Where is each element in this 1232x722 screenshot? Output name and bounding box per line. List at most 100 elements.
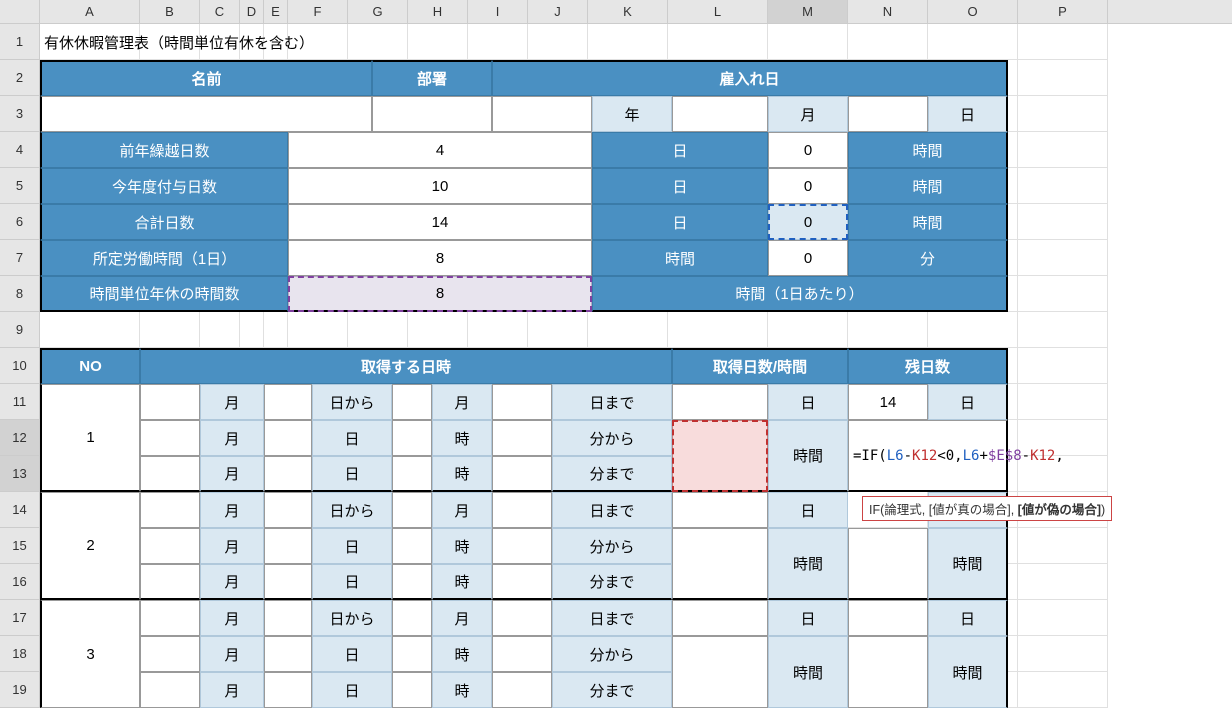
g1-r3-c4[interactable]: [492, 456, 552, 492]
col-O[interactable]: O: [928, 0, 1018, 23]
g1-r1-count[interactable]: [672, 384, 768, 420]
g2-r3-c3[interactable]: [392, 564, 432, 600]
curr-hour-value[interactable]: 0: [768, 168, 848, 204]
row-13[interactable]: 13: [0, 456, 40, 492]
col-E[interactable]: E: [264, 0, 288, 23]
g3-r1-remain[interactable]: [848, 600, 928, 636]
row-15[interactable]: 15: [0, 528, 40, 564]
g2-r2-c1[interactable]: [140, 528, 200, 564]
month-input[interactable]: [672, 96, 768, 132]
select-all-corner[interactable]: [0, 0, 40, 23]
g3-r1-c2[interactable]: [264, 600, 312, 636]
no-2[interactable]: 2: [40, 492, 140, 600]
g1-r1-c1[interactable]: [140, 384, 200, 420]
hdr-name[interactable]: 名前: [40, 60, 372, 96]
g1-r3-c1[interactable]: [140, 456, 200, 492]
col-J[interactable]: J: [528, 0, 588, 23]
col-N[interactable]: N: [848, 0, 928, 23]
prev-hour-value[interactable]: 0: [768, 132, 848, 168]
row-10[interactable]: 10: [0, 348, 40, 384]
row-4[interactable]: 4: [0, 132, 40, 168]
g1-r1-c4[interactable]: [492, 384, 552, 420]
row-7[interactable]: 7: [0, 240, 40, 276]
g3-r2-c2[interactable]: [264, 636, 312, 672]
g2-r3-c2[interactable]: [264, 564, 312, 600]
col-C[interactable]: C: [200, 0, 240, 23]
g3-r1-c4[interactable]: [492, 600, 552, 636]
g3-r1-count[interactable]: [672, 600, 768, 636]
row-11[interactable]: 11: [0, 384, 40, 420]
g2-hours-count-b[interactable]: [672, 564, 768, 600]
grid-area[interactable]: 有休休暇管理表（時間単位有休を含む） 名前 部署 雇入れ日 年 月 日 前年繰越…: [40, 24, 1232, 708]
function-tooltip[interactable]: IF(論理式, [値が真の場合], [値が偽の場合]): [862, 496, 1112, 521]
g3-r1-c3[interactable]: [392, 600, 432, 636]
g3-hours-count[interactable]: [672, 636, 768, 708]
g1-r3-c2[interactable]: [264, 456, 312, 492]
row-19[interactable]: 19: [0, 672, 40, 708]
g3-r3-c2[interactable]: [264, 672, 312, 708]
prev-value[interactable]: 4: [288, 132, 592, 168]
col-D[interactable]: D: [240, 0, 264, 23]
row-14[interactable]: 14: [0, 492, 40, 528]
g3-r3-c3[interactable]: [392, 672, 432, 708]
col-A[interactable]: A: [40, 0, 140, 23]
col-L[interactable]: L: [668, 0, 768, 23]
curr-value[interactable]: 10: [288, 168, 592, 204]
g1-r1-remain[interactable]: 14: [848, 384, 928, 420]
g1-r3-c3[interactable]: [392, 456, 432, 492]
row-6[interactable]: 6: [0, 204, 40, 240]
g2-remain-hour[interactable]: [848, 528, 928, 600]
g2-r1-c2[interactable]: [264, 492, 312, 528]
col-I[interactable]: I: [468, 0, 528, 23]
col-H[interactable]: H: [408, 0, 468, 23]
g2-r3-c1[interactable]: [140, 564, 200, 600]
row-9[interactable]: 9: [0, 312, 40, 348]
no-1[interactable]: 1: [40, 384, 140, 492]
g2-r1-count[interactable]: [672, 492, 768, 528]
col-F[interactable]: F: [288, 0, 348, 23]
g2-r2-c2[interactable]: [264, 528, 312, 564]
day-input[interactable]: [848, 96, 928, 132]
row-2[interactable]: 2: [0, 60, 40, 96]
formula-cell[interactable]: =IF(L6-K12<0,L6+$E$8-K12,: [848, 420, 1008, 492]
row-8[interactable]: 8: [0, 276, 40, 312]
row-12[interactable]: 12: [0, 420, 40, 456]
g1-r2-c4[interactable]: [492, 420, 552, 456]
row-1[interactable]: 1: [0, 24, 40, 60]
total-value[interactable]: 14: [288, 204, 592, 240]
g2-r1-c1[interactable]: [140, 492, 200, 528]
col-G[interactable]: G: [348, 0, 408, 23]
g1-hours-count-b[interactable]: [672, 456, 768, 492]
g1-r1-c2[interactable]: [264, 384, 312, 420]
no-3[interactable]: 3: [40, 600, 140, 708]
g3-r1-c1[interactable]: [140, 600, 200, 636]
worktime-value[interactable]: 8: [288, 240, 592, 276]
g1-r2-c2[interactable]: [264, 420, 312, 456]
g3-r2-c1[interactable]: [140, 636, 200, 672]
tooltip-arg1[interactable]: 論理式: [884, 503, 922, 517]
g3-r3-c1[interactable]: [140, 672, 200, 708]
row-18[interactable]: 18: [0, 636, 40, 672]
g2-r1-c3[interactable]: [392, 492, 432, 528]
worktime-min-value[interactable]: 0: [768, 240, 848, 276]
g2-r2-c4[interactable]: [492, 528, 552, 564]
hdr-hiredate[interactable]: 雇入れ日: [492, 60, 1008, 96]
g1-r1-c3[interactable]: [392, 384, 432, 420]
row-17[interactable]: 17: [0, 600, 40, 636]
total-hour-value[interactable]: 0: [768, 204, 848, 240]
g1-r2-c1[interactable]: [140, 420, 200, 456]
tooltip-arg3[interactable]: [値が偽の場合]: [1018, 503, 1101, 517]
g2-r1-c4[interactable]: [492, 492, 552, 528]
unittime-value[interactable]: 8: [288, 276, 592, 312]
g3-r2-c3[interactable]: [392, 636, 432, 672]
title-cell[interactable]: 有休休暇管理表（時間単位有休を含む）: [40, 24, 520, 60]
col-B[interactable]: B: [140, 0, 200, 23]
row-16[interactable]: 16: [0, 564, 40, 600]
g3-r3-c4[interactable]: [492, 672, 552, 708]
col-M[interactable]: M: [768, 0, 848, 23]
row-5[interactable]: 5: [0, 168, 40, 204]
name-input[interactable]: [40, 96, 372, 132]
g3-r2-c4[interactable]: [492, 636, 552, 672]
row-3[interactable]: 3: [0, 96, 40, 132]
g2-r2-c3[interactable]: [392, 528, 432, 564]
